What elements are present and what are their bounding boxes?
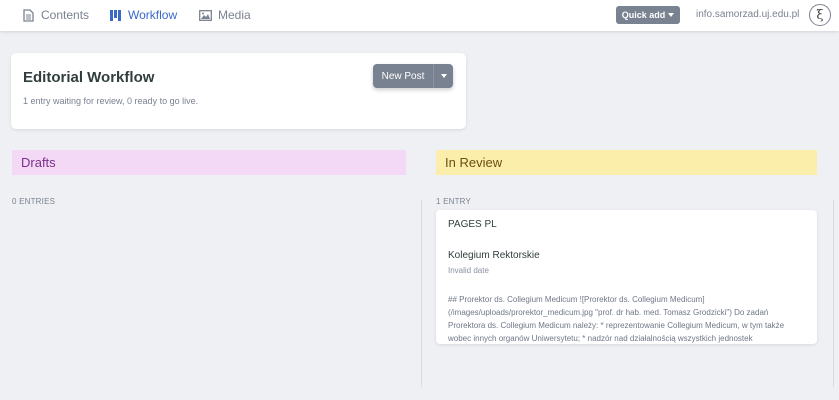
workflow-summary-card: Editorial Workflow 1 entry waiting for r… — [11, 53, 466, 129]
page-icon — [22, 8, 35, 22]
tab-media[interactable]: Media — [199, 8, 251, 22]
page-title: Editorial Workflow — [23, 69, 155, 86]
top-navigation-bar: Contents Workflow Media Quick add info.s… — [0, 0, 839, 31]
quick-add-label: Quick add — [621, 10, 666, 20]
tab-contents[interactable]: Contents — [22, 8, 89, 22]
review-entry-count: 1 ENTRY — [436, 197, 472, 206]
column-header-in-review: In Review — [436, 150, 817, 175]
chevron-down-icon — [668, 13, 675, 17]
tab-contents-label: Contents — [41, 8, 90, 22]
quick-add-button[interactable]: Quick add — [616, 6, 680, 24]
column-divider — [833, 200, 834, 387]
drafts-entry-count: 0 ENTRIES — [12, 197, 56, 206]
workflow-columns-icon — [109, 9, 122, 22]
new-post-label: New Post — [381, 70, 425, 82]
tab-media-label: Media — [218, 8, 251, 22]
entry-collection: PAGES PL — [448, 219, 497, 230]
entry-date: Invalid date — [448, 266, 489, 275]
new-post-button[interactable]: New Post — [373, 64, 453, 88]
image-icon — [199, 9, 212, 22]
column-header-drafts: Drafts — [12, 150, 406, 175]
chevron-down-icon — [440, 74, 447, 78]
avatar[interactable]: ξ — [809, 4, 831, 26]
tab-workflow[interactable]: Workflow — [109, 8, 177, 22]
review-entry-card[interactable]: PAGES PL Kolegium Rektorskie Invalid dat… — [436, 210, 817, 344]
column-divider — [421, 200, 422, 387]
tab-workflow-label: Workflow — [128, 8, 178, 22]
entry-body-preview: ## Prorektor ds. Collegium Medicum ![Pro… — [448, 295, 785, 343]
new-post-dropdown[interactable] — [434, 64, 453, 88]
workflow-summary: 1 entry waiting for review, 0 ready to g… — [23, 96, 199, 106]
entry-title: Kolegium Rektorskie — [448, 250, 540, 261]
site-link[interactable]: info.samorzad.uj.edu.pl — [696, 9, 799, 20]
